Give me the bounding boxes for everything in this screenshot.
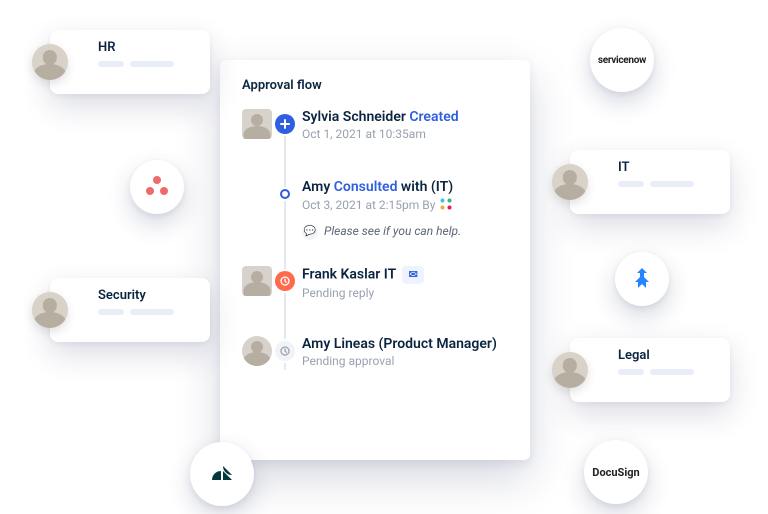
avatar xyxy=(32,292,68,328)
pill-label: HR xyxy=(98,40,194,55)
integration-servicenow[interactable]: servicenow xyxy=(590,28,654,92)
clock-icon xyxy=(275,341,295,361)
integration-docusign[interactable]: DocuSign xyxy=(584,440,648,504)
integration-asana[interactable] xyxy=(130,160,184,214)
item-name: Sylvia Schneider Created xyxy=(302,109,512,125)
integration-jira[interactable] xyxy=(615,252,669,306)
approval-flow-card: Approval flow Sylvia Schneider Created O… xyxy=(220,60,530,460)
asana-icon xyxy=(146,176,168,198)
item-note: 💬 Please see if you can help. xyxy=(302,224,512,240)
item-meta: Pending approval xyxy=(302,354,512,370)
placeholder-lines xyxy=(98,61,194,67)
flow-item: Sylvia Schneider Created Oct 1, 2021 at … xyxy=(242,109,512,153)
comment-icon: 💬 xyxy=(302,224,318,240)
avatar xyxy=(242,266,272,296)
mail-icon[interactable]: ✉ xyxy=(402,266,424,284)
item-name: Amy Consulted with (IT) xyxy=(302,179,512,195)
docusign-logo: DocuSign xyxy=(592,466,639,479)
slack-icon xyxy=(439,197,453,211)
pill-label: IT xyxy=(618,160,714,175)
clock-icon xyxy=(275,271,295,291)
placeholder-lines xyxy=(618,181,714,187)
flow-item: Amy Consulted with (IT) Oct 3, 2021 at 2… xyxy=(242,179,512,240)
integration-zendesk[interactable] xyxy=(190,442,254,506)
flow-timeline: Sylvia Schneider Created Oct 1, 2021 at … xyxy=(242,109,512,380)
item-meta: Oct 3, 2021 at 2:15pm By xyxy=(302,197,512,214)
item-meta: Pending reply xyxy=(302,286,512,302)
plus-icon xyxy=(275,114,295,134)
dept-pill-legal[interactable]: Legal xyxy=(570,338,730,402)
placeholder-lines xyxy=(618,369,714,375)
pill-label: Security xyxy=(98,288,194,303)
card-title: Approval flow xyxy=(242,78,512,93)
flow-item: Amy Lineas (Product Manager) Pending app… xyxy=(242,336,512,380)
dept-pill-hr[interactable]: HR xyxy=(50,30,210,94)
item-meta: Oct 1, 2021 at 10:35am xyxy=(302,127,512,143)
dept-pill-it[interactable]: IT xyxy=(570,150,730,214)
avatar xyxy=(242,336,272,366)
avatar xyxy=(552,352,588,388)
avatar xyxy=(242,109,272,139)
placeholder-lines xyxy=(98,309,194,315)
pill-label: Legal xyxy=(618,348,714,363)
servicenow-logo: servicenow xyxy=(598,55,646,66)
flow-item: Frank Kaslar IT✉ Pending reply xyxy=(242,266,512,310)
jira-icon xyxy=(630,266,654,293)
avatar xyxy=(32,44,68,80)
avatar xyxy=(552,164,588,200)
zendesk-icon xyxy=(210,461,234,487)
item-name: Amy Lineas (Product Manager) xyxy=(302,336,512,352)
timeline-line xyxy=(284,119,286,370)
item-name: Frank Kaslar IT✉ xyxy=(302,266,512,284)
dept-pill-security[interactable]: Security xyxy=(50,278,210,342)
dot-icon xyxy=(280,189,290,199)
